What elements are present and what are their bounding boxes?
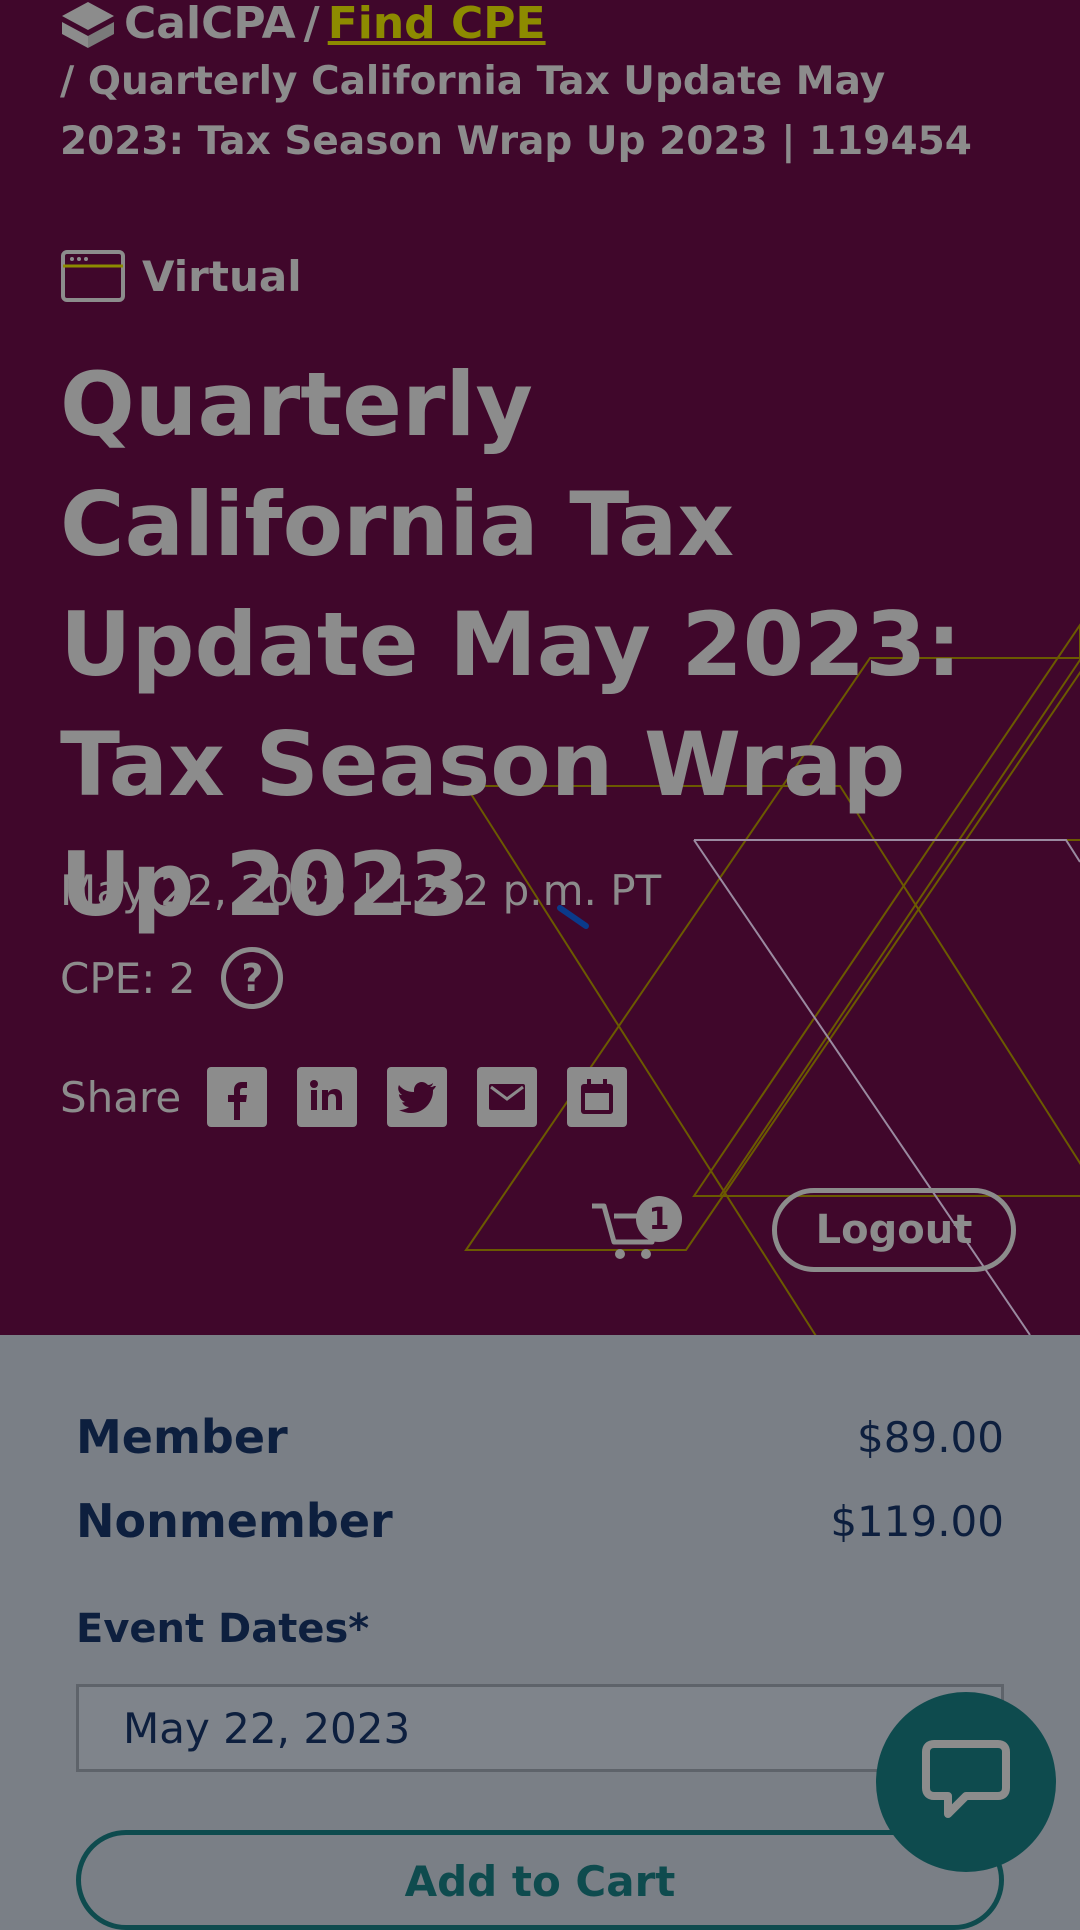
event-dates-label: Event Dates* xyxy=(76,1606,370,1652)
brand-name[interactable]: CalCPA xyxy=(124,2,296,46)
nonmember-price: $119.00 xyxy=(830,1496,1004,1546)
facebook-icon[interactable] xyxy=(207,1067,268,1127)
logout-button[interactable]: Logout xyxy=(772,1188,1016,1272)
chat-bubble-icon xyxy=(922,1740,1010,1818)
member-price-row: Member $89.00 xyxy=(76,1410,1004,1464)
find-cpe-link[interactable]: Find CPE xyxy=(328,2,546,46)
page-title: Quarterly California Tax Update May 2023… xyxy=(60,353,962,936)
breadcrumb-separator: / xyxy=(303,0,320,49)
cpe-label: CPE: 2 xyxy=(60,953,196,1003)
cpe-credits: CPE: 2 ? xyxy=(60,947,284,1009)
event-date-select[interactable]: May 22, 2023 xyxy=(76,1684,1004,1772)
nonmember-label: Nonmember xyxy=(76,1494,393,1548)
add-to-cart-button[interactable]: Add to Cart xyxy=(76,1830,1004,1930)
twitter-icon[interactable] xyxy=(387,1067,448,1127)
share-label: Share xyxy=(60,1072,182,1122)
chat-button[interactable] xyxy=(876,1692,1056,1872)
linkedin-icon[interactable] xyxy=(297,1067,358,1127)
member-label: Member xyxy=(76,1410,288,1464)
breadcrumb: CalCPA / Find CPE xyxy=(60,0,546,48)
event-format: Virtual xyxy=(60,248,302,304)
calcpa-logo-icon[interactable] xyxy=(60,0,116,48)
browser-window-icon xyxy=(61,250,125,302)
breadcrumb-current: / Quarterly California Tax Update May 20… xyxy=(60,59,972,164)
calendar-icon[interactable] xyxy=(567,1067,628,1127)
share-bar: Share xyxy=(60,1066,628,1128)
format-label: Virtual xyxy=(142,251,302,301)
help-icon[interactable]: ? xyxy=(221,947,284,1009)
nonmember-price-row: Nonmember $119.00 xyxy=(76,1494,1004,1548)
event-hero: CalCPA / Find CPE / Quarterly California… xyxy=(0,0,1080,1335)
email-icon[interactable] xyxy=(477,1067,538,1127)
cart-count-badge[interactable]: 1 xyxy=(636,1196,682,1242)
member-price: $89.00 xyxy=(857,1412,1004,1462)
event-dateline: May 22, 2023 | 12–2 p.m. PT xyxy=(60,866,662,915)
